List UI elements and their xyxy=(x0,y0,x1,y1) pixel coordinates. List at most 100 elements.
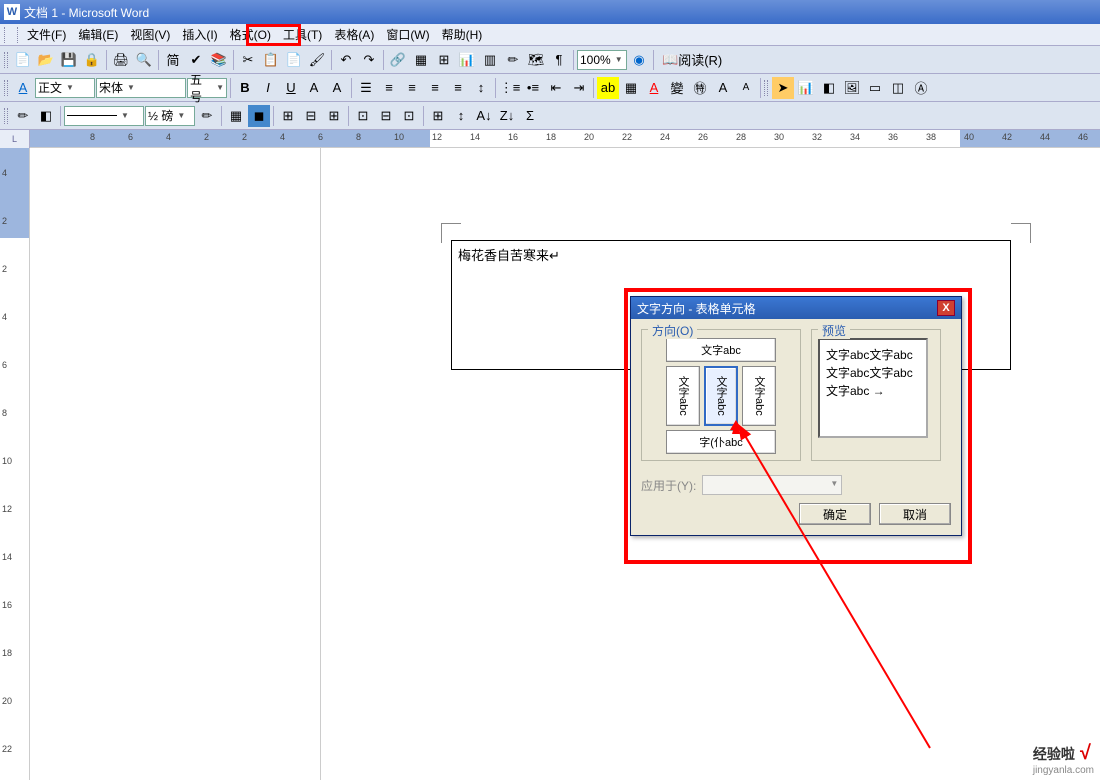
cut-icon[interactable]: ✂ xyxy=(237,49,259,71)
apply-to-combo[interactable]: ▼ xyxy=(702,475,842,495)
align-distribute-icon[interactable]: ☰ xyxy=(355,77,377,99)
bullet-list-icon[interactable]: •≡ xyxy=(522,77,544,99)
outside-border-icon[interactable]: ▦ xyxy=(225,105,247,127)
insert-table-icon[interactable]: ⊞ xyxy=(433,49,455,71)
orientation-option-vertical-2[interactable]: 文字abc xyxy=(704,366,738,426)
highlight-icon[interactable]: ab xyxy=(597,77,619,99)
size-combo[interactable]: 五号▼ xyxy=(187,78,227,98)
border-box-icon[interactable]: A xyxy=(303,77,325,99)
print-icon[interactable]: 🖨 xyxy=(110,49,132,71)
distribute-rows-icon[interactable]: ⊟ xyxy=(375,105,397,127)
line-style-combo[interactable]: ▼ xyxy=(64,106,144,126)
shrink-font-icon[interactable]: A xyxy=(735,77,757,99)
borders-icon[interactable]: ▦ xyxy=(620,77,642,99)
split-cells-icon[interactable]: ⊞ xyxy=(323,105,345,127)
ok-button[interactable]: 确定 xyxy=(799,503,871,525)
menu-table[interactable]: 表格(A) xyxy=(328,24,380,45)
char-border-icon[interactable]: A xyxy=(326,77,348,99)
distribute-cols-icon[interactable]: ⊡ xyxy=(398,105,420,127)
border-color-icon[interactable]: ✏ xyxy=(196,105,218,127)
new-doc-icon[interactable]: 📄 xyxy=(12,49,34,71)
save-icon[interactable]: 💾 xyxy=(58,49,80,71)
read-mode-button[interactable]: 📖阅读(R) xyxy=(657,49,727,71)
copy-icon[interactable]: 📋 xyxy=(260,49,282,71)
line-weight-combo[interactable]: ½ 磅▼ xyxy=(145,106,195,126)
styles-icon[interactable]: A xyxy=(12,77,34,99)
toolbar-handle[interactable] xyxy=(4,108,8,124)
menu-help[interactable]: 帮助(H) xyxy=(436,24,489,45)
italic-icon[interactable]: I xyxy=(257,77,279,99)
format-painter-icon[interactable]: 🖌 xyxy=(306,49,328,71)
sort-asc-icon[interactable]: A↓ xyxy=(473,105,495,127)
paste-icon[interactable]: 📄 xyxy=(283,49,305,71)
indent-icon[interactable]: ⇥ xyxy=(568,77,590,99)
align-left-icon[interactable]: ≡ xyxy=(378,77,400,99)
align-justify-icon[interactable]: ≡ xyxy=(447,77,469,99)
columns-icon[interactable]: ▥ xyxy=(479,49,501,71)
table-autoformat-icon[interactable]: ⊞ xyxy=(427,105,449,127)
undo-icon[interactable]: ↶ xyxy=(335,49,357,71)
orientation-option-vertical-1[interactable]: 文字abc xyxy=(666,366,700,426)
menu-insert[interactable]: 插入(I) xyxy=(176,24,223,45)
font-color-icon[interactable]: A xyxy=(643,77,665,99)
menu-tools[interactable]: 工具(T) xyxy=(277,24,328,45)
align-top-left-icon[interactable]: ⊡ xyxy=(352,105,374,127)
simplified-icon[interactable]: 简 xyxy=(162,49,184,71)
orientation-option-vertical-3[interactable]: 文字abc xyxy=(742,366,776,426)
help-icon[interactable]: ◉ xyxy=(628,49,650,71)
close-icon[interactable]: X xyxy=(937,300,955,316)
drawing-icon[interactable]: ✏ xyxy=(502,49,524,71)
align-center-icon[interactable]: ≡ xyxy=(401,77,423,99)
ruler-corner[interactable]: L xyxy=(0,130,30,148)
menubar-handle[interactable] xyxy=(4,27,18,43)
toolbar-handle[interactable] xyxy=(764,80,768,96)
show-marks-icon[interactable]: ¶ xyxy=(548,49,570,71)
menu-format[interactable]: 格式(O) xyxy=(224,24,277,45)
tables-borders-icon[interactable]: ▦ xyxy=(410,49,432,71)
frame-icon[interactable]: ◫ xyxy=(887,77,909,99)
redo-icon[interactable]: ↷ xyxy=(358,49,380,71)
draw-table-icon[interactable]: ✏ xyxy=(12,105,34,127)
autoshapes-icon[interactable]: ➤ xyxy=(772,77,794,99)
spellcheck-icon[interactable]: ✔ xyxy=(185,49,207,71)
grow-font-icon[interactable]: A xyxy=(712,77,734,99)
text-direction-icon[interactable]: ↕ xyxy=(450,105,472,127)
underline-icon[interactable]: U xyxy=(280,77,302,99)
toolbar-handle[interactable] xyxy=(4,52,8,68)
insert-diagram-icon[interactable]: ◧ xyxy=(818,77,840,99)
text-box-icon[interactable]: ▭ xyxy=(864,77,886,99)
menu-edit[interactable]: 编辑(E) xyxy=(72,24,124,45)
hyperlink-icon[interactable]: 🔗 xyxy=(387,49,409,71)
zoom-combo[interactable]: 100%▼ xyxy=(577,50,627,70)
merge-cells-icon[interactable]: ⊟ xyxy=(300,105,322,127)
enclose-char-icon[interactable]: ㊕ xyxy=(689,77,711,99)
line-spacing-icon[interactable]: ↕ xyxy=(470,77,492,99)
menu-window[interactable]: 窗口(W) xyxy=(380,24,435,45)
font-combo[interactable]: 宋体▼ xyxy=(96,78,186,98)
insert-chart-icon[interactable]: 📊 xyxy=(795,77,817,99)
numbered-list-icon[interactable]: ⋮≡ xyxy=(499,77,521,99)
vertical-ruler[interactable]: 42246810121416182022 xyxy=(0,148,30,780)
menu-view[interactable]: 视图(V) xyxy=(124,24,176,45)
cancel-button[interactable]: 取消 xyxy=(879,503,951,525)
research-icon[interactable]: 📚 xyxy=(208,49,230,71)
excel-icon[interactable]: 📊 xyxy=(456,49,478,71)
eraser-icon[interactable]: ◧ xyxy=(35,105,57,127)
dialog-titlebar[interactable]: 文字方向 - 表格单元格 X xyxy=(631,297,961,319)
bold-icon[interactable]: B xyxy=(234,77,256,99)
align-right-icon[interactable]: ≡ xyxy=(424,77,446,99)
horizontal-ruler[interactable]: 8642246810121416182022242628303234363840… xyxy=(30,130,1100,147)
sort-desc-icon[interactable]: Z↓ xyxy=(496,105,518,127)
autosum-icon[interactable]: Σ xyxy=(519,105,541,127)
insert-picture-icon[interactable]: 🖼 xyxy=(841,77,863,99)
wordart-icon[interactable]: Ⓐ xyxy=(910,77,932,99)
char-shading-icon[interactable]: 變 xyxy=(666,77,688,99)
style-combo[interactable]: 正文▼ xyxy=(35,78,95,98)
shading-color-icon[interactable]: ◼ xyxy=(248,105,270,127)
toolbar-handle[interactable] xyxy=(4,80,8,96)
outdent-icon[interactable]: ⇤ xyxy=(545,77,567,99)
print-preview-icon[interactable]: 🔍 xyxy=(133,49,155,71)
orientation-option-horizontal[interactable]: 文字abc xyxy=(666,338,776,362)
doc-map-icon[interactable]: 🗺 xyxy=(525,49,547,71)
permission-icon[interactable]: 🔒 xyxy=(81,49,103,71)
